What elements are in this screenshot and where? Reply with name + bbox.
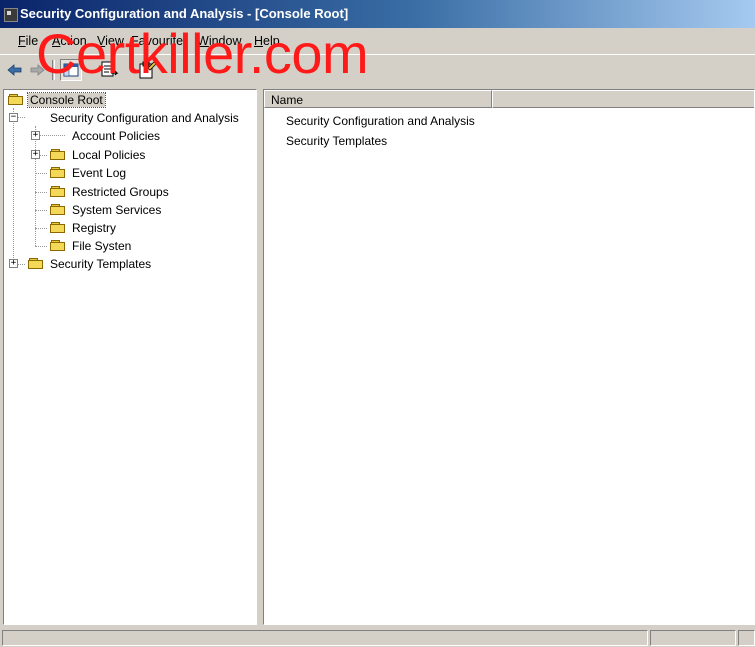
tree-node-label: Local Policies (72, 148, 146, 162)
tree-node-system-services[interactable]: System Services (6, 202, 256, 219)
folder-icon (28, 258, 44, 270)
back-arrow-icon[interactable] (4, 59, 26, 81)
folder-icon (50, 204, 66, 216)
tree-node-security-configuration[interactable]: − Security Configuration and Analysis (6, 110, 256, 127)
tree-node-file-system[interactable]: File Systen (6, 238, 256, 255)
folder-icon (50, 240, 66, 252)
window-title: Security Configuration and Analysis - [C… (20, 6, 349, 21)
status-cell (650, 630, 736, 646)
list-item-security-configuration[interactable]: Security Configuration and Analysis (286, 114, 475, 128)
tree-node-label: Console Root (27, 92, 106, 108)
folder-icon (50, 149, 66, 161)
tree-node-label: File Systen (72, 239, 132, 253)
collapse-icon[interactable]: − (9, 113, 18, 122)
list-item-security-templates[interactable]: Security Templates (286, 134, 387, 148)
tree-node-local-policies[interactable]: + Local Policies (6, 147, 256, 164)
result-list-pane[interactable]: Name Security Configuration and Analysis… (263, 89, 755, 625)
tree-node-console-root[interactable]: Console Root (6, 92, 126, 109)
tree-node-label: Security Templates (50, 257, 152, 271)
expand-icon[interactable]: + (31, 150, 40, 159)
folder-icon (8, 94, 24, 106)
tree-node-label: Restricted Groups (72, 185, 169, 199)
column-header-name[interactable]: Name (264, 90, 492, 108)
tree-node-label: System Services (72, 203, 162, 217)
folder-icon (50, 222, 66, 234)
tree-node-restricted-groups[interactable]: Restricted Groups (6, 184, 256, 201)
tree-node-registry[interactable]: Registry (6, 220, 256, 237)
console-tree-pane[interactable]: Console Root − Security Configuration an… (3, 89, 257, 625)
status-cell-main (2, 630, 648, 646)
tree-node-event-log[interactable]: Event Log (6, 165, 256, 182)
folder-icon (50, 167, 66, 179)
status-bar (0, 628, 755, 647)
certkiller-watermark: Certkiller.com (36, 22, 369, 85)
tree-node-label: Security Configuration and Analysis (50, 111, 239, 125)
mmc-app-icon[interactable] (4, 8, 18, 22)
tree-node-label: Event Log (72, 166, 127, 180)
status-cell (738, 630, 755, 646)
tree-node-label: Registry (72, 221, 117, 235)
expand-icon[interactable]: + (31, 131, 40, 140)
tree-node-label: Account Policies (72, 129, 161, 143)
folder-icon (50, 186, 66, 198)
tree-node-account-policies[interactable]: + Account Policies (6, 128, 256, 145)
tree-node-security-templates[interactable]: + Security Templates (6, 256, 256, 273)
expand-icon[interactable]: + (9, 259, 18, 268)
column-header-empty[interactable] (492, 90, 754, 108)
